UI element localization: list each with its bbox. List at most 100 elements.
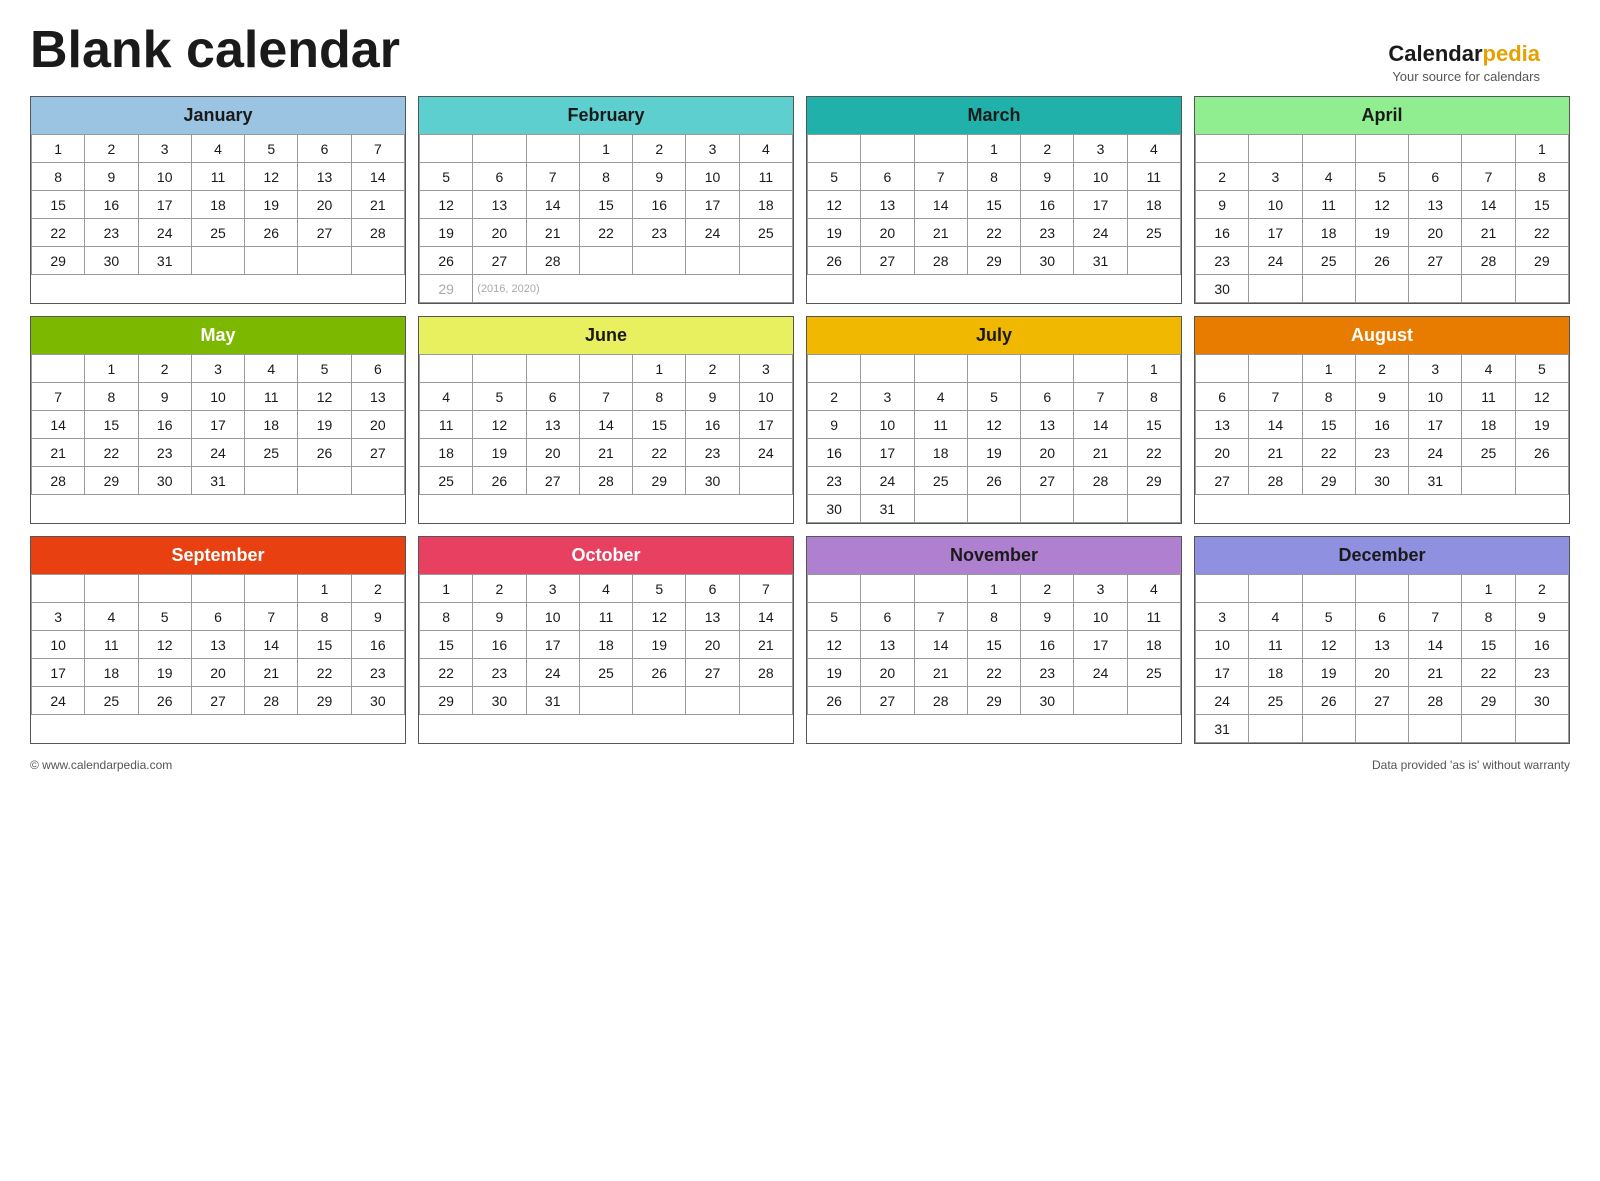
- calendar-day-cell: 12: [808, 631, 861, 659]
- calendar-day-cell: 27: [298, 219, 351, 247]
- calendar-day-cell: 8: [1302, 383, 1355, 411]
- calendar-day-cell: 22: [420, 659, 473, 687]
- calendar-day-cell: 14: [914, 631, 967, 659]
- calendar-day-cell: 6: [861, 603, 914, 631]
- calendar-day-cell: 27: [351, 439, 404, 467]
- calendar-day-cell: 18: [579, 631, 632, 659]
- calendar-day-cell: [1249, 135, 1302, 163]
- calendar-day-cell: 6: [1021, 383, 1074, 411]
- calendar-day-cell: 3: [191, 355, 244, 383]
- calendar-day-cell: 22: [579, 219, 632, 247]
- calendar-day-cell: 10: [32, 631, 85, 659]
- month-march: March12345678910111213141516171819202122…: [806, 96, 1182, 304]
- calendar-day-cell: 6: [473, 163, 526, 191]
- calendar-day-cell: 7: [245, 603, 298, 631]
- calendar-day-cell: 25: [739, 219, 792, 247]
- calendar-day-cell: [1249, 275, 1302, 303]
- month-may: May1234567891011121314151617181920212223…: [30, 316, 406, 524]
- calendar-day-cell: 11: [914, 411, 967, 439]
- calendar-day-cell: 28: [526, 247, 579, 275]
- calendar-day-cell: 20: [686, 631, 739, 659]
- calendar-day-cell: 21: [245, 659, 298, 687]
- calendar-day-cell: 3: [1249, 163, 1302, 191]
- calendar-day-cell: 12: [967, 411, 1020, 439]
- calendar-day-cell: 5: [1302, 603, 1355, 631]
- calendar-day-cell: [1249, 575, 1302, 603]
- calendar-day-cell: [1462, 467, 1515, 495]
- calendar-day-cell: [1021, 355, 1074, 383]
- calendar-day-cell: 13: [191, 631, 244, 659]
- calendar-day-cell: 15: [298, 631, 351, 659]
- calendar-day-cell: 1: [633, 355, 686, 383]
- calendar-day-cell: [1127, 687, 1180, 715]
- calendar-day-cell: 13: [861, 191, 914, 219]
- calendar-day-cell: 12: [420, 191, 473, 219]
- calendar-day-cell: 2: [85, 135, 138, 163]
- calendar-day-cell: 10: [861, 411, 914, 439]
- calendar-day-cell: 24: [1409, 439, 1462, 467]
- calendar-day-cell: 7: [1409, 603, 1462, 631]
- month-january: January123456789101112131415161718192021…: [30, 96, 406, 304]
- month-table-may: 1234567891011121314151617181920212223242…: [31, 354, 405, 495]
- calendar-day-cell: 28: [1074, 467, 1127, 495]
- calendar-day-cell: 11: [420, 411, 473, 439]
- calendar-day-cell: 13: [298, 163, 351, 191]
- calendar-day-cell: 22: [1462, 659, 1515, 687]
- calendar-day-cell: 4: [1249, 603, 1302, 631]
- calendar-day-cell: 9: [686, 383, 739, 411]
- calendar-day-cell: [914, 575, 967, 603]
- calendar-day-cell: 26: [967, 467, 1020, 495]
- calendar-day-cell: 9: [633, 163, 686, 191]
- calendar-day-cell: 19: [633, 631, 686, 659]
- calendar-day-cell: 24: [138, 219, 191, 247]
- leap-day-number: 29: [420, 275, 473, 303]
- calendar-day-cell: 26: [633, 659, 686, 687]
- calendar-day-cell: 27: [473, 247, 526, 275]
- calendar-day-cell: 23: [686, 439, 739, 467]
- calendar-day-cell: 17: [861, 439, 914, 467]
- month-july: July123456789101112131415161718192021222…: [806, 316, 1182, 524]
- calendar-day-cell: 20: [191, 659, 244, 687]
- calendar-day-cell: 3: [526, 575, 579, 603]
- calendar-day-cell: 26: [1355, 247, 1408, 275]
- calendar-day-cell: 20: [861, 219, 914, 247]
- calendar-day-cell: 9: [1515, 603, 1568, 631]
- calendar-day-cell: [420, 135, 473, 163]
- calendar-day-cell: 17: [138, 191, 191, 219]
- calendar-day-cell: 25: [191, 219, 244, 247]
- calendar-day-cell: 2: [351, 575, 404, 603]
- calendar-day-cell: 19: [808, 659, 861, 687]
- calendar-day-cell: 16: [1021, 631, 1074, 659]
- month-table-december: 1234567891011121314151617181920212223242…: [1195, 574, 1569, 743]
- calendar-day-cell: 30: [138, 467, 191, 495]
- calendar-day-cell: 2: [1021, 135, 1074, 163]
- calendar-day-cell: 25: [1127, 659, 1180, 687]
- calendar-day-cell: 20: [861, 659, 914, 687]
- month-header-july: July: [807, 317, 1181, 354]
- calendar-day-cell: 17: [1249, 219, 1302, 247]
- calendar-day-cell: 6: [1409, 163, 1462, 191]
- calendar-day-cell: [1355, 575, 1408, 603]
- calendar-day-cell: 10: [1196, 631, 1249, 659]
- calendar-day-cell: 21: [32, 439, 85, 467]
- calendar-day-cell: 19: [420, 219, 473, 247]
- calendar-day-cell: 5: [473, 383, 526, 411]
- calendar-day-cell: [739, 467, 792, 495]
- calendar-day-cell: [420, 355, 473, 383]
- calendar-day-cell: 4: [1127, 135, 1180, 163]
- calendar-day-cell: 2: [138, 355, 191, 383]
- calendar-day-cell: 9: [351, 603, 404, 631]
- month-table-january: 1234567891011121314151617181920212223242…: [31, 134, 405, 275]
- calendar-day-cell: [861, 135, 914, 163]
- calendar-day-cell: 16: [686, 411, 739, 439]
- calendar-day-cell: 5: [633, 575, 686, 603]
- calendar-day-cell: 25: [1302, 247, 1355, 275]
- calendar-day-cell: [861, 575, 914, 603]
- month-table-april: 1234567891011121314151617181920212223242…: [1195, 134, 1569, 303]
- calendar-day-cell: 11: [85, 631, 138, 659]
- calendar-day-cell: 27: [861, 687, 914, 715]
- calendar-day-cell: 26: [808, 247, 861, 275]
- calendar-day-cell: 8: [1515, 163, 1568, 191]
- calendar-day-cell: 30: [1021, 687, 1074, 715]
- calendar-day-cell: 11: [245, 383, 298, 411]
